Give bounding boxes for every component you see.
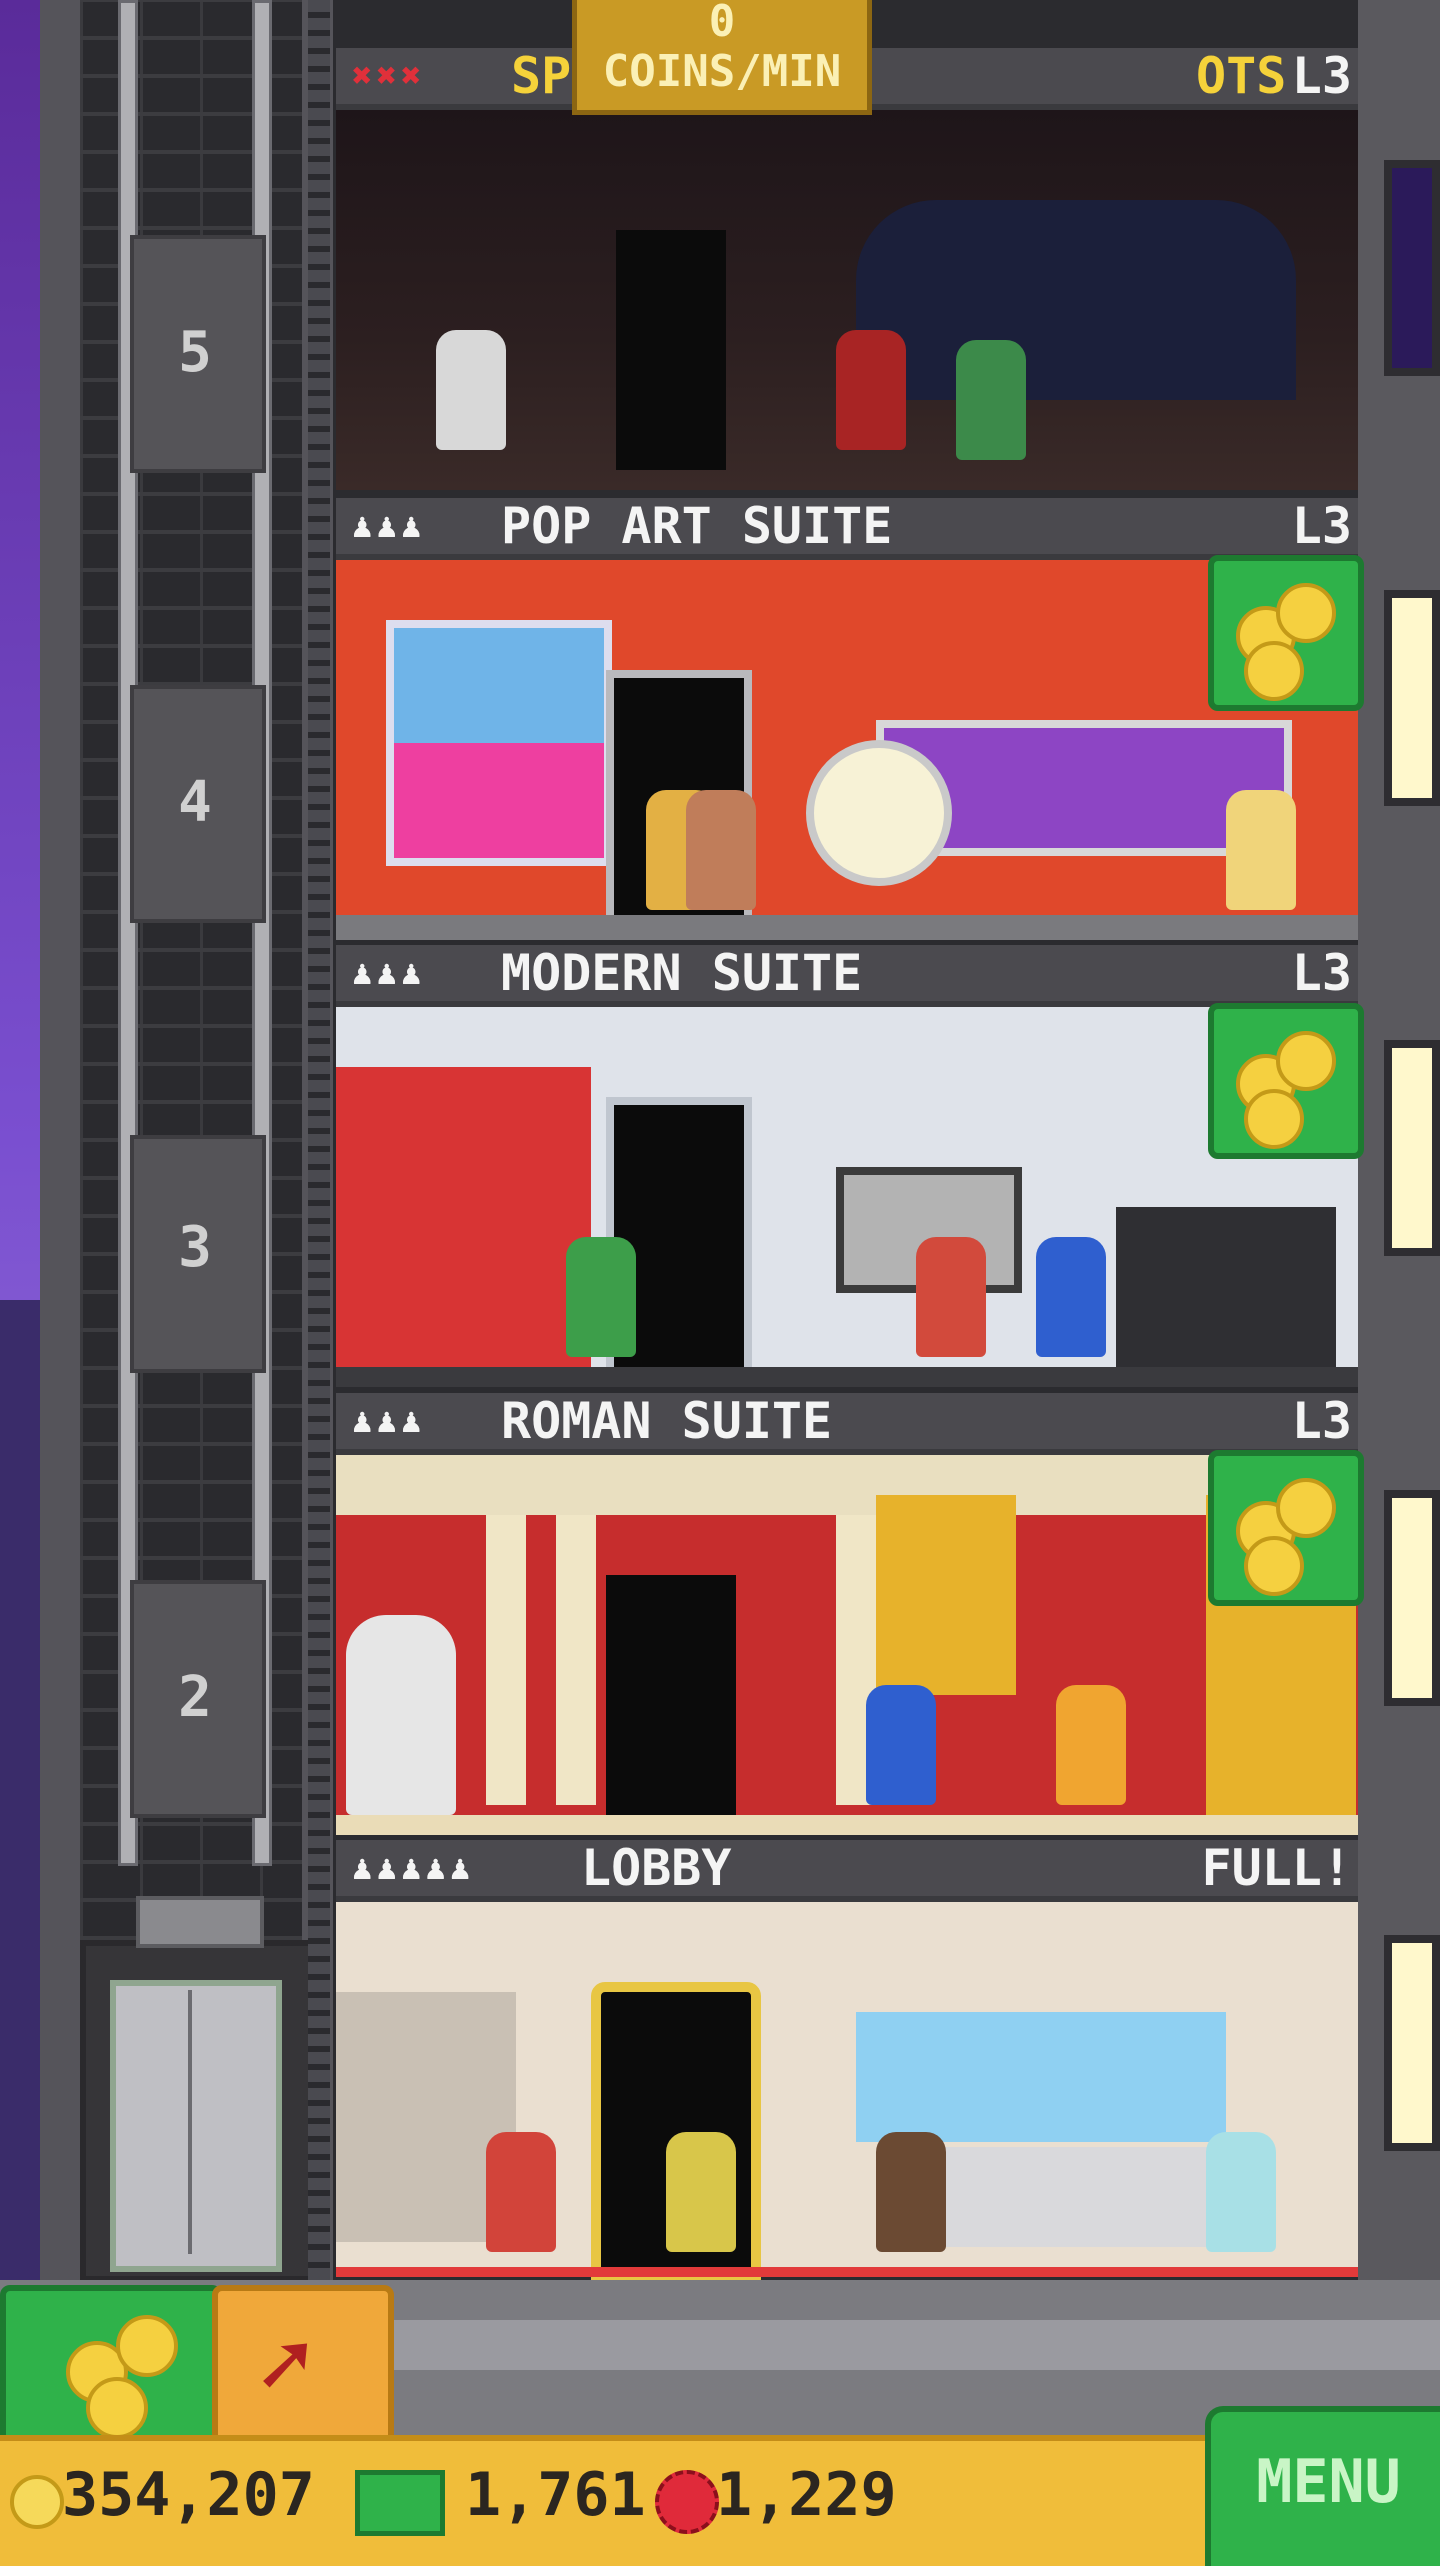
floor-number-5: 5 xyxy=(178,320,212,385)
lobby-sofa xyxy=(911,2147,1211,2247)
pop-art-panel xyxy=(394,743,604,858)
coin-icon xyxy=(1276,583,1336,643)
resident-character[interactable] xyxy=(956,340,1026,460)
occupant-pips: ♟♟♟ xyxy=(352,1401,426,1441)
room-doorway xyxy=(606,1575,736,1815)
resident-character[interactable] xyxy=(1056,1685,1126,1805)
floor-2-room[interactable] xyxy=(336,1455,1358,1835)
floor-5-name-right: OTS xyxy=(1196,47,1287,105)
coin-icon xyxy=(1244,641,1304,701)
pop-art-painting xyxy=(386,620,612,866)
lobby-header[interactable]: ♟♟♟♟♟ LOBBY FULL! xyxy=(336,1840,1358,1902)
bellhop-character[interactable] xyxy=(836,330,906,450)
floor-2-header[interactable]: ♟♟♟ ROMAN SUITE L3 xyxy=(336,1393,1358,1455)
floor-number-4: 4 xyxy=(178,770,212,835)
elevator-cable-housing xyxy=(136,1896,264,1948)
build-floor-button[interactable]: ➚ xyxy=(212,2285,394,2447)
window xyxy=(1384,160,1440,376)
stained-window xyxy=(856,200,1296,400)
floor-3-header[interactable]: ♟♟♟ MODERN SUITE L3 xyxy=(336,945,1358,1007)
lobby-room[interactable] xyxy=(336,1902,1358,2282)
floor-strip xyxy=(336,1815,1358,1835)
collect-coins-button[interactable] xyxy=(1208,555,1364,711)
floor-4-name: POP ART SUITE xyxy=(501,497,893,555)
resident-character[interactable] xyxy=(866,1685,936,1805)
floor-4-header[interactable]: ♟♟♟ POP ART SUITE L3 xyxy=(336,498,1358,560)
floor-number-3: 3 xyxy=(178,1215,212,1280)
collect-coins-button[interactable] xyxy=(1208,1450,1364,1606)
floor-4-room[interactable] xyxy=(336,560,1358,940)
street-stripe xyxy=(380,2320,1440,2370)
egg-chair xyxy=(806,740,952,886)
resident-character[interactable] xyxy=(1036,1237,1106,1357)
resident-character[interactable] xyxy=(566,1237,636,1357)
resident-character[interactable] xyxy=(1206,2132,1276,2252)
lobby-status: FULL! xyxy=(1201,1839,1352,1897)
floor-3-level: L3 xyxy=(1291,944,1352,1002)
coin-icon xyxy=(1244,1089,1304,1149)
gold-curtain xyxy=(876,1495,1016,1695)
menu-button[interactable]: MENU xyxy=(1205,2406,1440,2566)
collect-coins-button[interactable] xyxy=(1208,1003,1364,1159)
coin-icon xyxy=(1244,1536,1304,1596)
coin-icon xyxy=(10,2475,64,2529)
floor-strip xyxy=(336,915,1358,940)
floor-number-2: 2 xyxy=(178,1665,212,1730)
floor-5-room[interactable] xyxy=(336,110,1358,490)
resident-character[interactable] xyxy=(876,2132,946,2252)
coins-count: 354,207 xyxy=(62,2460,315,2530)
resident-character[interactable] xyxy=(436,330,506,450)
floor-3-name: MODERN SUITE xyxy=(501,944,863,1002)
coins-per-min-label: COINS/MIN xyxy=(602,46,842,97)
floor-5-level: L3 xyxy=(1291,47,1352,105)
bux-count: 1,761 xyxy=(465,2460,646,2530)
roman-column xyxy=(486,1515,526,1805)
occupant-pips: ♟♟♟ xyxy=(352,953,426,993)
floor-4-level: L3 xyxy=(1291,497,1352,555)
floor-5-name-left: SP xyxy=(511,47,572,105)
window xyxy=(1384,1935,1440,2151)
coins-per-min-banner: 0 COINS/MIN xyxy=(572,0,872,115)
city-skyline xyxy=(0,1300,40,2280)
elevator-door-split xyxy=(188,1990,192,2254)
statue xyxy=(346,1615,456,1815)
coins-per-min-value: 0 xyxy=(708,0,736,47)
coin-icon xyxy=(116,2315,178,2377)
occupant-pips: ♟♟♟ xyxy=(352,506,426,546)
token-icon xyxy=(655,2470,719,2534)
bellhop-character[interactable] xyxy=(486,2132,556,2252)
collect-all-coins-button[interactable] xyxy=(0,2285,222,2447)
elevator-track xyxy=(308,0,330,2280)
staircase xyxy=(1116,1207,1336,1367)
tokens-count: 1,229 xyxy=(716,2460,897,2530)
window xyxy=(1384,1490,1440,1706)
aquarium xyxy=(856,2012,1226,2142)
occupant-pips: ♟♟♟♟♟ xyxy=(352,1848,475,1888)
floor-2-level: L3 xyxy=(1291,1392,1352,1450)
status-x-icons: ✖✖✖ xyxy=(352,56,426,96)
roman-column xyxy=(556,1515,596,1805)
resident-character[interactable] xyxy=(666,2132,736,2252)
resident-character[interactable] xyxy=(686,790,756,910)
lobby-name: LOBBY xyxy=(581,1839,732,1897)
roman-frieze xyxy=(336,1455,1358,1515)
coin-icon xyxy=(1276,1478,1336,1538)
room-doorway xyxy=(616,230,726,470)
floor-strip xyxy=(336,1367,1358,1387)
resident-character[interactable] xyxy=(1226,790,1296,910)
bux-icon xyxy=(355,2470,445,2536)
coin-icon xyxy=(1276,1031,1336,1091)
window xyxy=(1384,590,1440,806)
red-wall-panel xyxy=(336,1067,591,1367)
coin-icon xyxy=(86,2377,148,2439)
resident-character[interactable] xyxy=(916,1237,986,1357)
window xyxy=(1384,1040,1440,1256)
hammer-icon: ➚ xyxy=(258,2313,313,2418)
floor-3-room[interactable] xyxy=(336,1007,1358,1387)
floor-2-name: ROMAN SUITE xyxy=(501,1392,833,1450)
elevator-doors[interactable] xyxy=(110,1980,282,2272)
lobby-floor-line xyxy=(336,2267,1358,2277)
